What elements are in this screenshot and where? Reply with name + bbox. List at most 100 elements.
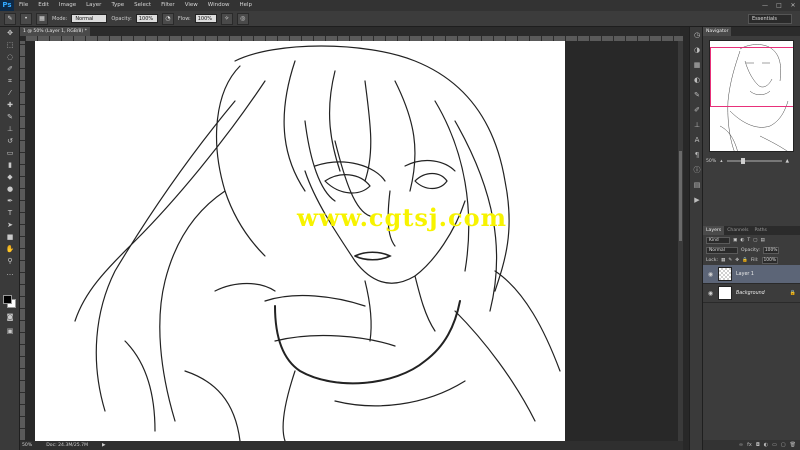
marquee-tool-icon[interactable]: ⬚ [3,40,17,51]
menu-view[interactable]: View [180,0,203,11]
gradient-tool-icon[interactable]: ▮ [3,160,17,171]
hand-tool-icon[interactable]: ✋ [3,244,17,255]
adjustment-layer-icon[interactable]: ◐ [764,442,768,448]
layer-style-icon[interactable]: fx [747,442,752,448]
document-canvas[interactable]: www.cgtsj.com [35,41,565,441]
navigator-zoom-slider[interactable] [726,158,782,164]
crop-tool-icon[interactable]: ⌗ [3,76,17,87]
move-tool-icon[interactable]: ✥ [3,28,17,39]
zoom-slider-knob[interactable] [740,158,745,164]
menu-layer[interactable]: Layer [81,0,106,11]
quick-select-tool-icon[interactable]: ✐ [3,64,17,75]
blend-mode-select[interactable]: Normal [706,246,738,254]
eyedropper-tool-icon[interactable]: ⁄ [3,88,17,99]
zoom-in-icon[interactable]: ▲ [786,159,790,164]
adjustments-panel-icon[interactable]: ◐ [692,75,702,85]
layer-row[interactable]: ◉ Layer 1 [703,265,800,284]
eye-icon[interactable]: ◉ [707,290,714,297]
filter-smart-icon[interactable]: ▤ [761,238,765,243]
add-mask-icon[interactable]: ◘ [756,442,760,448]
more-tools-icon[interactable]: … [3,268,17,279]
lock-transparency-icon[interactable]: ▦ [721,258,725,263]
menu-help[interactable]: Help [234,0,257,11]
vertical-scrollbar[interactable] [678,41,683,441]
menu-file[interactable]: File [14,0,33,11]
layer-opacity-input[interactable]: 100% [762,246,779,254]
zoom-out-icon[interactable]: ▴ [720,159,722,164]
path-select-tool-icon[interactable]: ➤ [3,220,17,231]
opacity-input[interactable]: 100% [135,14,158,23]
paragraph-panel-icon[interactable]: ¶ [692,150,702,160]
link-layers-icon[interactable]: ∞ [739,442,743,448]
layer-kind-filter[interactable]: Kind [706,236,730,244]
actions-panel-icon[interactable]: ▶ [692,195,702,205]
color-panel-icon[interactable]: ◑ [692,45,702,55]
delete-layer-icon[interactable]: 🗑 [790,442,796,448]
swatches-panel-icon[interactable]: ▦ [692,60,702,70]
navigator-zoom-value[interactable]: 50% [706,159,716,164]
menu-edit[interactable]: Edit [33,0,54,11]
character-panel-icon[interactable]: A [692,135,702,145]
filter-pixel-icon[interactable]: ▣ [733,238,737,243]
shape-tool-icon[interactable]: ■ [3,232,17,243]
menu-image[interactable]: Image [54,0,81,11]
brush-tool-icon[interactable]: ✎ [3,112,17,123]
screen-mode-icon[interactable]: ▣ [3,326,17,337]
mode-select[interactable]: Normal [71,14,108,23]
brush-panel-icon[interactable]: ✎ [692,90,702,100]
clone-stamp-tool-icon[interactable]: ⊥ [3,124,17,135]
filter-type-icon[interactable]: T [747,238,750,243]
pen-tool-icon[interactable]: ✒ [3,196,17,207]
history-panel-icon[interactable]: ◷ [692,30,702,40]
menu-window[interactable]: Window [203,0,235,11]
type-tool-icon[interactable]: T [3,208,17,219]
new-layer-icon[interactable]: ▢ [781,442,786,448]
airbrush-icon[interactable]: ✧ [220,12,233,25]
clone-source-panel-icon[interactable]: ⊥ [692,120,702,130]
tab-layers[interactable]: Layers [703,226,725,235]
lock-pixels-icon[interactable]: ✎ [728,258,732,263]
filter-shape-icon[interactable]: ▢ [753,238,757,243]
quick-mask-icon[interactable]: ◙ [3,312,17,323]
dodge-tool-icon[interactable]: ● [3,184,17,195]
menu-filter[interactable]: Filter [156,0,180,11]
filter-adjust-icon[interactable]: ◐ [740,238,744,243]
new-group-icon[interactable]: ▭ [772,442,777,448]
navigator-thumbnail[interactable] [709,40,794,152]
maximize-button[interactable]: □ [774,2,784,10]
scrollbar-thumb[interactable] [679,151,682,241]
flow-input[interactable]: 100% [194,14,217,23]
status-zoom[interactable]: 50% [22,443,32,448]
navigator-view-box[interactable] [710,47,793,107]
tab-navigator[interactable]: Navigator [703,27,732,36]
minimize-button[interactable]: — [760,2,770,10]
info-panel-icon[interactable]: ⓘ [692,165,702,175]
lock-position-icon[interactable]: ✥ [735,258,739,263]
fill-input[interactable]: 100% [761,256,778,264]
pressure-size-icon[interactable]: ◎ [236,12,249,25]
blur-tool-icon[interactable]: ◆ [3,172,17,183]
document-tab[interactable]: 1 @ 50% (Layer 1, RGB/8) * [20,27,90,36]
brush-panel-icon[interactable]: ▦ [36,12,48,25]
menu-select[interactable]: Select [129,0,156,11]
lasso-tool-icon[interactable]: ◌ [3,52,17,63]
menu-type[interactable]: Type [106,0,129,11]
pressure-opacity-icon[interactable]: ◔ [161,12,174,25]
layer-row[interactable]: ◉ Background 🔒 [703,284,800,303]
status-arrow-icon[interactable]: ▶ [102,443,106,448]
brush-presets-panel-icon[interactable]: ✐ [692,105,702,115]
lock-all-icon[interactable]: 🔒 [742,258,748,263]
zoom-tool-icon[interactable]: ⚲ [3,256,17,267]
close-button[interactable]: ✕ [788,2,798,10]
brush-size-icon[interactable]: • [20,12,32,25]
healing-brush-tool-icon[interactable]: ✚ [3,100,17,111]
tab-paths[interactable]: Paths [751,226,770,235]
brush-preset-icon[interactable]: ✎ [4,12,16,25]
eraser-tool-icon[interactable]: ▭ [3,148,17,159]
properties-panel-icon[interactable]: ▤ [692,180,702,190]
foreground-color-swatch[interactable] [3,295,12,304]
tab-channels[interactable]: Channels [724,226,751,235]
eye-icon[interactable]: ◉ [707,271,714,278]
workspace-select[interactable]: Essentials [748,14,792,24]
history-brush-tool-icon[interactable]: ↺ [3,136,17,147]
